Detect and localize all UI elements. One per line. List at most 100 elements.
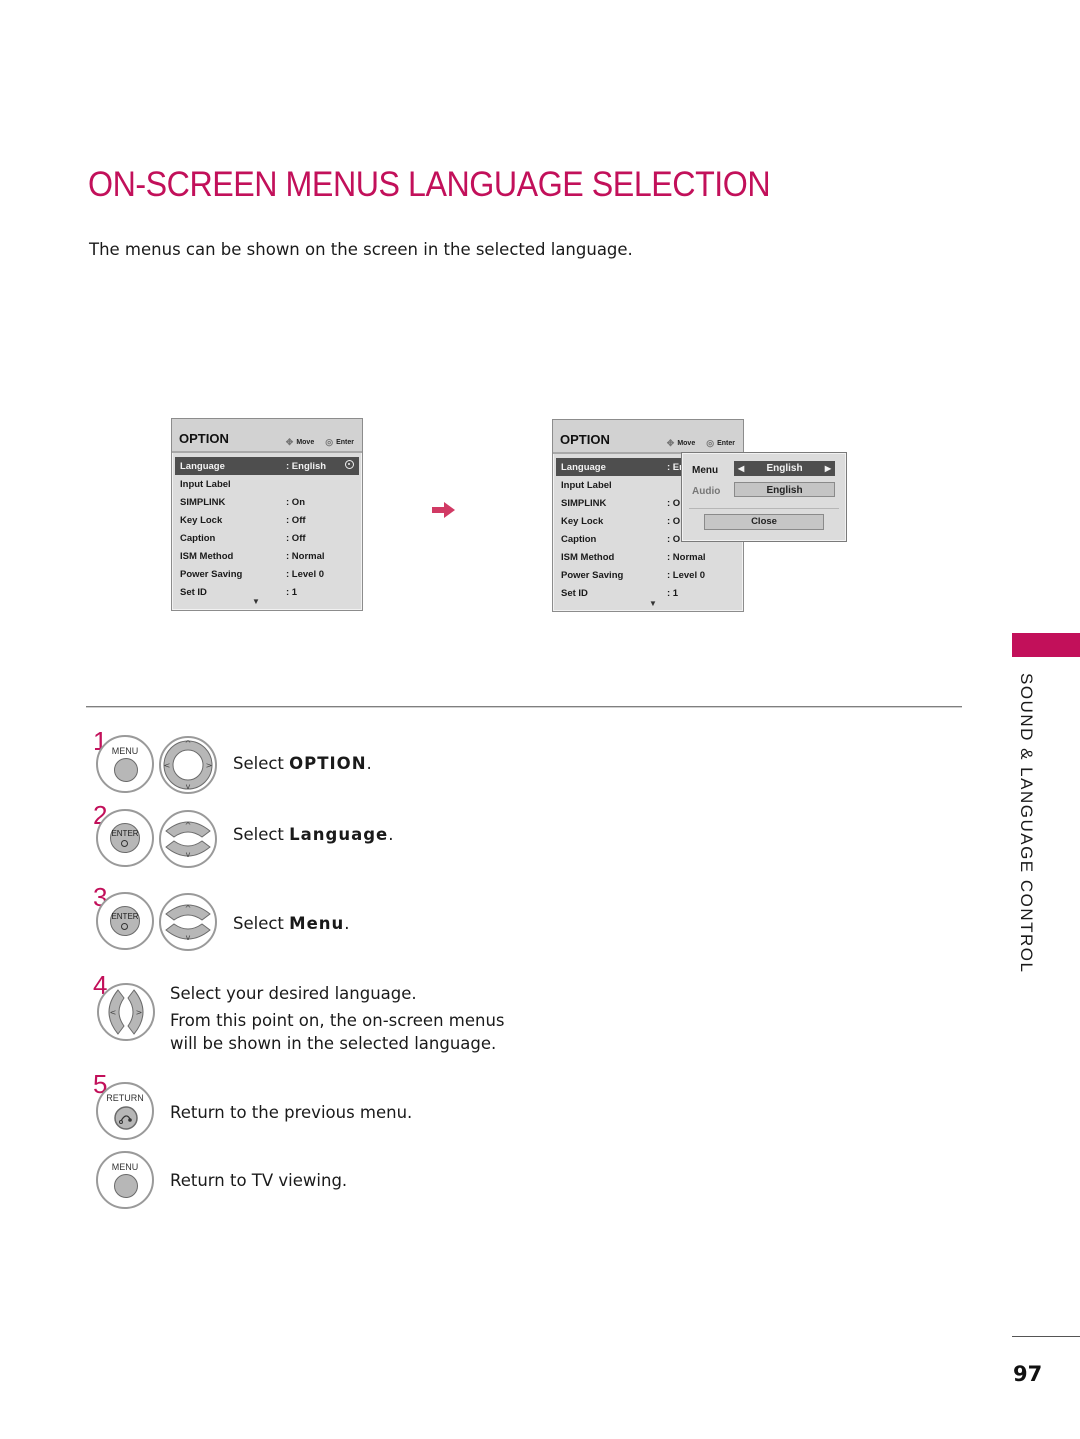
row-value: : Off [286, 533, 306, 544]
button-face: ENTER [110, 823, 140, 853]
osd-title: OPTION [179, 431, 229, 446]
text-prefix: Select [233, 825, 290, 844]
row-label: ISM Method [180, 551, 234, 562]
osd-row-set-id[interactable]: Set ID : 1 [175, 583, 359, 601]
step-4-line-1: Select your desired language. [170, 984, 417, 1003]
row-value: : Level 0 [286, 569, 325, 580]
svg-text:>: > [136, 1008, 143, 1017]
navigation-pad-icon[interactable]: ^ v < > [158, 735, 218, 795]
button-face [114, 1174, 138, 1198]
row-value: : On [286, 497, 305, 508]
step-2-text: Select Language. [233, 825, 394, 844]
row-value: : 1 [667, 588, 679, 599]
menu-button[interactable]: MENU [96, 735, 154, 793]
section-tab-marker [1012, 633, 1080, 657]
audio-language-selector[interactable]: English [734, 482, 835, 497]
row-label: ISM Method [561, 552, 615, 563]
enter-icon: ◎ [706, 438, 715, 448]
svg-text:^: ^ [185, 821, 192, 830]
return-icon [114, 1106, 138, 1130]
row-label: Power Saving [180, 569, 243, 580]
up-down-buttons-icon[interactable]: ^ v [158, 892, 218, 952]
move-icon: ✥ [285, 437, 294, 447]
text-bold: Language [289, 825, 389, 844]
menu-language-label: Menu [692, 465, 719, 476]
popup-divider [689, 508, 839, 509]
osd-row-input-label[interactable]: Input Label [175, 475, 359, 493]
button-label: ENTER [111, 912, 139, 921]
enter-icon: ◎ [325, 437, 334, 447]
close-button[interactable]: Close [704, 514, 824, 530]
osd-header: OPTION ✥ Move ◎ Enter [172, 419, 362, 453]
row-label: Set ID [180, 587, 207, 598]
row-label: Input Label [561, 480, 612, 491]
row-value: : English [286, 461, 327, 472]
menu-language-selector[interactable]: ◀ English ▶ [734, 461, 835, 476]
step-4-line-2: From this point on, the on-screen menus [170, 1011, 505, 1030]
step-3-text: Select Menu. [233, 914, 350, 933]
menu-language-value: English [766, 463, 803, 474]
text-suffix: . [388, 825, 394, 844]
text-bold: Menu [289, 914, 345, 933]
arrow-right-icon[interactable]: ▶ [825, 461, 831, 476]
row-value: : O [667, 534, 681, 545]
row-label: Key Lock [180, 515, 223, 526]
osd-row-power-saving[interactable]: Power Saving: Level 0 [556, 566, 740, 584]
page-number-rule [1012, 1336, 1080, 1337]
button-label: MENU [111, 746, 139, 756]
osd-option-menu-before: OPTION ✥ Move ◎ Enter Language : English… [171, 418, 363, 611]
row-label: Power Saving [561, 570, 624, 581]
enter-button[interactable]: ENTER [96, 809, 154, 867]
osd-row-key-lock[interactable]: Key Lock : Off [175, 511, 359, 529]
step-4-line-3: will be shown in the selected language. [170, 1034, 497, 1053]
page-number: 97 [1013, 1362, 1043, 1386]
enter-icon [121, 840, 128, 847]
return-button[interactable]: RETURN [96, 1082, 154, 1140]
row-label: Input Label [180, 479, 231, 490]
svg-text:v: v [186, 850, 191, 859]
row-value: : O [667, 516, 681, 527]
svg-text:^: ^ [185, 904, 192, 913]
arrow-left-icon[interactable]: ◀ [738, 461, 744, 476]
osd-row-caption[interactable]: Caption: Off [175, 529, 359, 547]
step-5-text: Return to the previous menu. [170, 1103, 413, 1122]
osd-row-language[interactable]: Language : English [175, 457, 359, 475]
osd-row-power-saving[interactable]: Power Saving : Level 0 [175, 565, 359, 583]
text-bold: OPTION [289, 754, 367, 773]
osd-title: OPTION [560, 432, 610, 447]
svg-text:v: v [186, 933, 191, 942]
button-face [114, 758, 138, 782]
row-label: Language [561, 462, 606, 473]
scroll-down-icon[interactable]: ▼ [252, 597, 260, 606]
section-label: SOUND & LANGUAGE CONTROL [1017, 673, 1036, 974]
text-suffix: . [366, 754, 372, 773]
row-value: : Off [286, 515, 306, 526]
osd-row-simplink[interactable]: SIMPLINK: On [175, 493, 359, 511]
enter-button[interactable]: ENTER [96, 892, 154, 950]
svg-text:v: v [186, 782, 191, 791]
hint-move: Move [677, 440, 696, 447]
svg-text:<: < [110, 1008, 117, 1017]
hint-enter: Enter [336, 439, 354, 446]
osd-row-set-id[interactable]: Set ID: 1 [556, 584, 740, 602]
row-value: : Normal [667, 552, 706, 563]
button-label: ENTER [111, 829, 139, 838]
audio-language-label: Audio [692, 486, 721, 497]
button-label: MENU [111, 1162, 139, 1172]
text-prefix: Select [233, 754, 290, 773]
osd-row-ism-method[interactable]: ISM Method : Normal [556, 548, 740, 566]
button-face: ENTER [110, 906, 140, 936]
row-value: : 1 [286, 587, 298, 598]
menu-button[interactable]: MENU [96, 1151, 154, 1209]
osd-header: OPTION ✥ Move ◎ Enter [553, 420, 743, 454]
enter-icon [121, 923, 128, 930]
text-suffix: . [344, 914, 350, 933]
scroll-down-icon[interactable]: ▼ [649, 599, 657, 608]
move-icon: ✥ [666, 438, 675, 448]
up-down-buttons-icon[interactable]: ^ v [158, 809, 218, 869]
osd-row-ism-method[interactable]: ISM Method: Normal [175, 547, 359, 565]
left-right-buttons-icon[interactable]: < > [96, 982, 156, 1042]
row-label: Language [180, 461, 225, 472]
row-value: : O [667, 498, 681, 509]
step-6-text: Return to TV viewing. [170, 1171, 348, 1190]
